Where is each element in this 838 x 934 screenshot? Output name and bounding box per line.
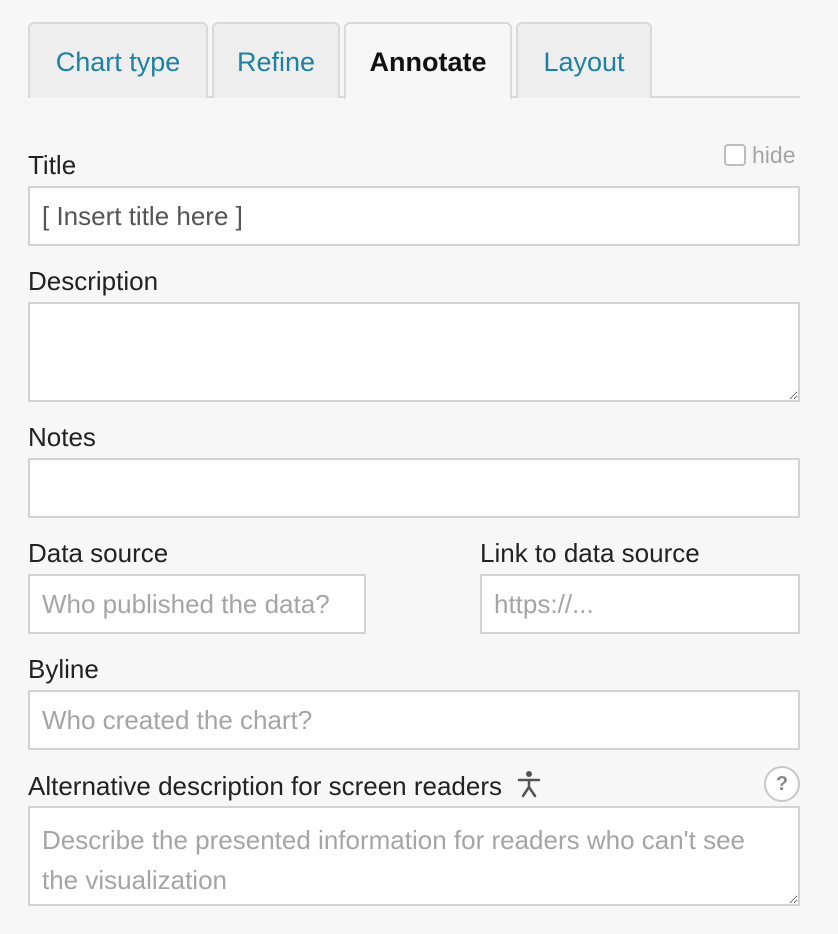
hide-title-toggle[interactable]: hide xyxy=(724,141,795,169)
alt-description-label: Alternative description for screen reade… xyxy=(28,770,541,805)
annotate-panel: Chart type Refine Annotate Layout Title … xyxy=(0,0,838,934)
tab-refine[interactable]: Refine xyxy=(212,22,340,98)
hide-label: hide xyxy=(752,141,796,168)
accessibility-icon xyxy=(517,770,541,805)
description-textarea[interactable] xyxy=(28,302,800,402)
alt-description-label-text: Alternative description for screen reade… xyxy=(28,771,503,801)
tab-annotate[interactable]: Annotate xyxy=(344,22,512,100)
title-input[interactable] xyxy=(28,186,800,246)
tab-chart-type[interactable]: Chart type xyxy=(28,22,208,98)
description-label: Description xyxy=(28,266,159,296)
byline-label: Byline xyxy=(28,654,99,684)
tab-bar: Chart type Refine Annotate Layout xyxy=(28,22,800,100)
data-source-input[interactable] xyxy=(28,574,366,634)
tab-layout[interactable]: Layout xyxy=(516,22,652,98)
alt-description-textarea[interactable] xyxy=(28,806,800,906)
title-label: Title xyxy=(28,150,77,180)
data-source-label: Data source xyxy=(28,538,169,568)
help-button[interactable]: ? xyxy=(764,766,800,802)
link-label: Link to data source xyxy=(480,538,700,568)
notes-label: Notes xyxy=(28,422,96,452)
link-input[interactable] xyxy=(480,574,800,634)
notes-input[interactable] xyxy=(28,458,800,518)
byline-input[interactable] xyxy=(28,690,800,750)
hide-checkbox[interactable] xyxy=(724,144,746,166)
